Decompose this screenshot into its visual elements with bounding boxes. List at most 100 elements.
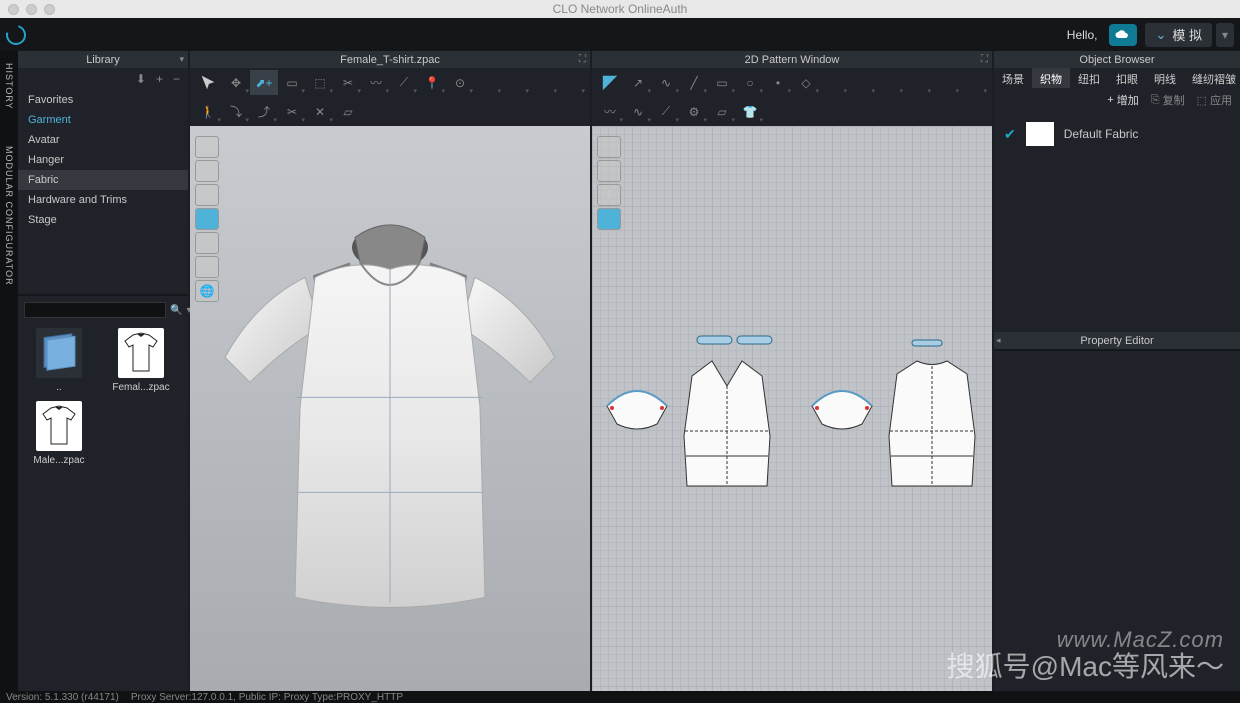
apply-fabric-button[interactable]: ⬚应用 (1197, 92, 1232, 108)
select-rect-tool-icon[interactable]: ▭▾ (278, 70, 306, 95)
view-mode-icon[interactable] (597, 208, 621, 230)
fold-tool-icon[interactable]: ⤴▾ (250, 99, 278, 124)
thumb-parent-folder[interactable]: .. (22, 328, 96, 393)
proxy-label: Proxy Server:127.0.0.1, Public IP: Proxy… (131, 692, 403, 703)
sewing-tool-icon[interactable]: ∿▾ (624, 99, 652, 124)
lib-item-avatar[interactable]: Avatar (18, 130, 188, 150)
lib-item-hanger[interactable]: Hanger (18, 150, 188, 170)
search-icon[interactable]: 🔍 (170, 305, 182, 316)
view2d-viewport[interactable]: ℹ (592, 126, 992, 691)
view-mode-icon[interactable] (195, 160, 219, 182)
tab-topstitch[interactable]: 明线 (1146, 68, 1184, 88)
line-tool-icon[interactable]: ╱▾ (680, 70, 708, 95)
greeting-label: Hello, (1067, 28, 1098, 42)
fabric-swatch (1026, 122, 1054, 146)
status-bar: Version: 5.1.330 (r44171) Proxy Server:1… (0, 691, 1240, 703)
shirt-tool-icon[interactable]: 👕▾ (736, 99, 764, 124)
extra-tool-icon[interactable]: ▾ (904, 70, 932, 95)
point-tool-icon[interactable]: •▾ (764, 70, 792, 95)
add-icon[interactable]: + (156, 72, 163, 86)
tab-fabric[interactable]: 织物 (1032, 68, 1070, 88)
library-search-input[interactable] (24, 302, 166, 318)
lib-item-garment[interactable]: Garment (18, 110, 188, 130)
view-mode-icon[interactable] (195, 184, 219, 206)
app-logo-icon[interactable] (2, 21, 29, 48)
needle-tool-icon[interactable]: ✕▾ (306, 99, 334, 124)
library-header: Library ▾ (18, 51, 188, 68)
vtab-history[interactable]: HISTORY (4, 57, 14, 116)
view2d-sidebar: ℹ (597, 136, 621, 230)
view2d-title: 2D Pattern Window (745, 54, 840, 66)
chevron-left-icon[interactable]: ◂ (996, 335, 1001, 346)
view-mode-icon[interactable] (597, 136, 621, 158)
pin-tool-icon[interactable]: 📍▾ (418, 70, 446, 95)
lib-item-favorites[interactable]: Favorites (18, 90, 188, 110)
minus-icon[interactable]: − (173, 72, 180, 86)
extra-tool-icon[interactable]: ▾ (848, 70, 876, 95)
tack-tool-icon[interactable]: ⊙▾ (446, 70, 474, 95)
tab-pucker[interactable]: 缝纫褶皱 (1184, 68, 1240, 88)
extra-tool-icon[interactable]: ▾ (932, 70, 960, 95)
lib-item-stage[interactable]: Stage (18, 210, 188, 230)
vtab-modular[interactable]: MODULAR CONFIGURATOR (4, 140, 14, 292)
simulate-dropdown-button[interactable]: ▾ (1216, 23, 1234, 47)
seam-tool-icon[interactable]: 〰▾ (362, 70, 390, 95)
sew-tool-icon[interactable]: ⤵▾ (222, 99, 250, 124)
dart-tool-icon[interactable]: ◇▾ (792, 70, 820, 95)
cut-tool-icon[interactable]: ✂▾ (334, 70, 362, 95)
tab-scene[interactable]: 场景 (994, 68, 1032, 88)
circle-tool-icon[interactable]: ○▾ (736, 70, 764, 95)
avatar-tool-icon[interactable]: 🚶▾ (194, 99, 222, 124)
thumb-male-shirt[interactable]: Male...zpac (22, 401, 96, 466)
lib-item-fabric[interactable]: Fabric (18, 170, 188, 190)
rect-tool-icon[interactable]: ▭▾ (708, 70, 736, 95)
view-mode-icon[interactable] (597, 160, 621, 182)
extra-tool-icon[interactable]: ▾ (558, 70, 586, 95)
add-point-tool-icon[interactable]: ⬈+ (250, 70, 278, 95)
chevron-down-icon[interactable]: ▾ (179, 54, 184, 65)
move-tool-icon[interactable]: ✥▾ (222, 70, 250, 95)
copy-fabric-button[interactable]: ⎘复制 (1151, 92, 1185, 108)
maximize-icon[interactable]: ⛶ (579, 54, 586, 65)
cursor-tool-icon[interactable] (596, 70, 624, 95)
view3d-viewport[interactable]: 🌐 (190, 126, 590, 691)
sewing-tool-icon[interactable]: 〰▾ (596, 99, 624, 124)
fabric-name: Default Fabric (1064, 127, 1139, 141)
library-search-bar: 🔍 ▾ ⟳ ≡ (18, 300, 188, 320)
object-browser-panel: Object Browser 场景 织物 纽扣 扣眼 明线 缝纫褶皱 +增加 ⎘… (994, 51, 1240, 691)
app-header: Hello, ⌄ 模 拟 ▾ (0, 18, 1240, 51)
thumb-female-shirt[interactable]: Femal...zpac (104, 328, 178, 393)
maximize-icon[interactable]: ⛶ (981, 54, 988, 65)
sewing-tool-icon[interactable]: ⟋▾ (652, 99, 680, 124)
curve-tool-icon[interactable]: ∿▾ (652, 70, 680, 95)
check-icon[interactable]: ✔ (1004, 126, 1016, 143)
library-title: Library (86, 54, 120, 66)
scissors-tool-icon[interactable]: ✂▾ (278, 99, 306, 124)
fabric-item[interactable]: ✔ Default Fabric (1000, 118, 1234, 150)
machine-tool-icon[interactable]: ⚙▾ (680, 99, 708, 124)
cursor-tool-icon[interactable] (194, 70, 222, 95)
simulate-button[interactable]: ⌄ 模 拟 (1145, 23, 1212, 47)
marquee-tool-icon[interactable]: ⬚▾ (306, 70, 334, 95)
iron-tool-icon[interactable]: ▱ (334, 99, 362, 124)
add-fabric-button[interactable]: +增加 (1107, 92, 1138, 108)
edit-tool-icon[interactable]: ↗▾ (624, 70, 652, 95)
fabric-list: ✔ Default Fabric (994, 112, 1240, 332)
download-icon[interactable]: ⬇ (136, 72, 146, 86)
tab-button[interactable]: 纽扣 (1070, 68, 1108, 88)
extra-tool-icon[interactable]: ▾ (876, 70, 904, 95)
lib-item-hardware[interactable]: Hardware and Trims (18, 190, 188, 210)
cloud-sync-button[interactable] (1109, 24, 1137, 46)
tab-buttonhole[interactable]: 扣眼 (1108, 68, 1146, 88)
extra-tool-icon[interactable]: ▾ (474, 70, 502, 95)
object-browser-title: Object Browser (1079, 54, 1154, 66)
measure-tool-icon[interactable]: ⟋▾ (390, 70, 418, 95)
view3d-toolbar-1: ✥▾ ⬈+ ▭▾ ⬚▾ ✂▾ 〰▾ ⟋▾ 📍▾ ⊙▾ ▾ ▾ ▾ ▾ (190, 68, 590, 97)
extra-tool-icon[interactable]: ▾ (960, 70, 988, 95)
extra-tool-icon[interactable]: ▾ (502, 70, 530, 95)
extra-tool-icon[interactable]: ▾ (530, 70, 558, 95)
extra-tool-icon[interactable]: ▾ (820, 70, 848, 95)
view-mode-icon[interactable] (195, 136, 219, 158)
iron-tool-icon[interactable]: ▱▾ (708, 99, 736, 124)
info-icon[interactable]: ℹ (597, 184, 621, 206)
